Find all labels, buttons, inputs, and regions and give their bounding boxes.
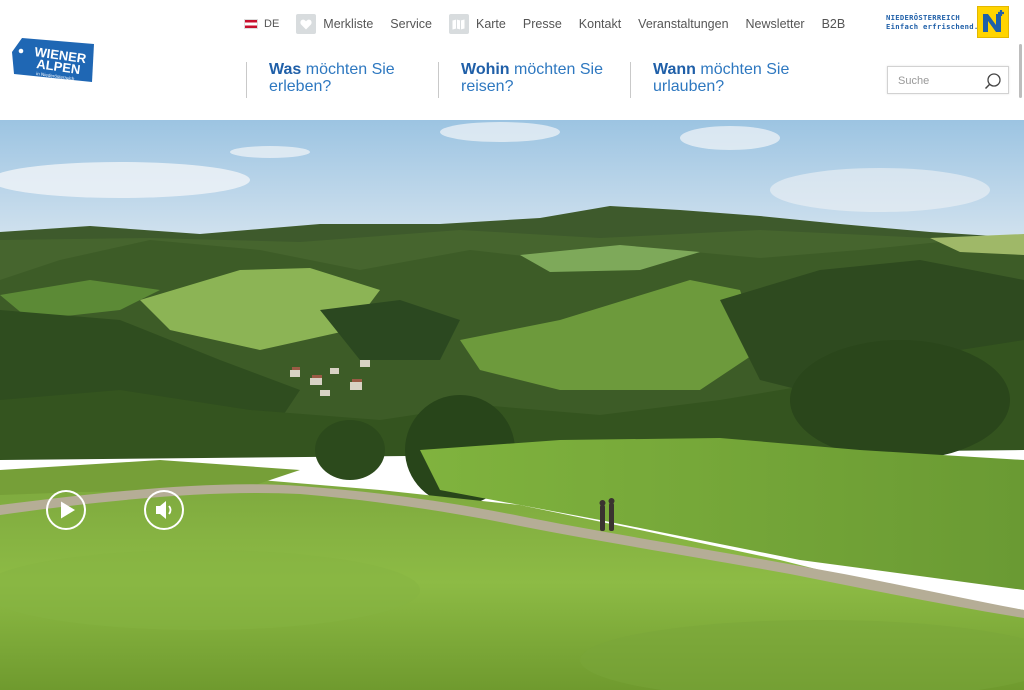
search-input[interactable]: [898, 72, 978, 89]
topnav-karte[interactable]: Karte: [448, 14, 506, 34]
topnav-label: Kontakt: [578, 17, 622, 31]
heart-icon: [296, 14, 317, 34]
search-icon[interactable]: [984, 72, 1002, 90]
top-navigation: DE Merkliste Service Karte Presse Kontak…: [244, 13, 862, 35]
topnav-b2b[interactable]: B2B: [822, 17, 846, 31]
topnav-newsletter[interactable]: Newsletter: [746, 17, 805, 31]
partner-text: NIEDERÖSTERREICH Einfach erfrischend.: [886, 13, 979, 31]
sound-button[interactable]: [144, 490, 184, 530]
topnav-service[interactable]: Service: [390, 17, 432, 31]
austria-flag-icon: [244, 19, 258, 29]
landscape-image: [0, 120, 1024, 690]
language-label: DE: [264, 18, 280, 30]
topnav-label: Karte: [475, 17, 506, 31]
map-icon: [448, 14, 469, 34]
play-icon: [61, 501, 75, 519]
n-badge-icon: [977, 6, 1009, 38]
site-header: WIENER ALPEN in Niederösterreich DE Merk…: [0, 0, 1024, 120]
main-navigation: Was möchten Sie erleben? Wohin möchten S…: [246, 61, 822, 98]
speaker-icon: [156, 501, 172, 519]
language-switch[interactable]: DE: [244, 18, 279, 30]
play-button[interactable]: [46, 490, 86, 530]
topnav-label: Presse: [522, 17, 562, 31]
topnav-label: Newsletter: [745, 17, 805, 31]
niederoesterreich-logo[interactable]: NIEDERÖSTERREICH Einfach erfrischend.: [886, 6, 1012, 40]
topnav-label: Veranstaltungen: [638, 17, 729, 31]
topnav-veranstaltungen[interactable]: Veranstaltungen: [638, 17, 728, 31]
scrollbar[interactable]: [1019, 44, 1022, 98]
topnav-label: Merkliste: [323, 17, 374, 31]
nav-wann-urlauben[interactable]: Wann möchten Sie urlauben?: [630, 61, 822, 98]
topnav-kontakt[interactable]: Kontakt: [579, 17, 621, 31]
topnav-presse[interactable]: Presse: [523, 17, 562, 31]
topnav-label: Service: [390, 17, 432, 31]
topnav-label: B2B: [821, 17, 846, 31]
hero-video: [0, 120, 1024, 690]
nav-wohin-reisen[interactable]: Wohin möchten Sie reisen?: [438, 61, 630, 98]
nav-was-erleben[interactable]: Was möchten Sie erleben?: [246, 61, 438, 98]
search-box[interactable]: [887, 66, 1009, 94]
wiener-alpen-logo[interactable]: WIENER ALPEN in Niederösterreich: [8, 34, 98, 86]
topnav-merkliste[interactable]: Merkliste: [296, 14, 373, 34]
